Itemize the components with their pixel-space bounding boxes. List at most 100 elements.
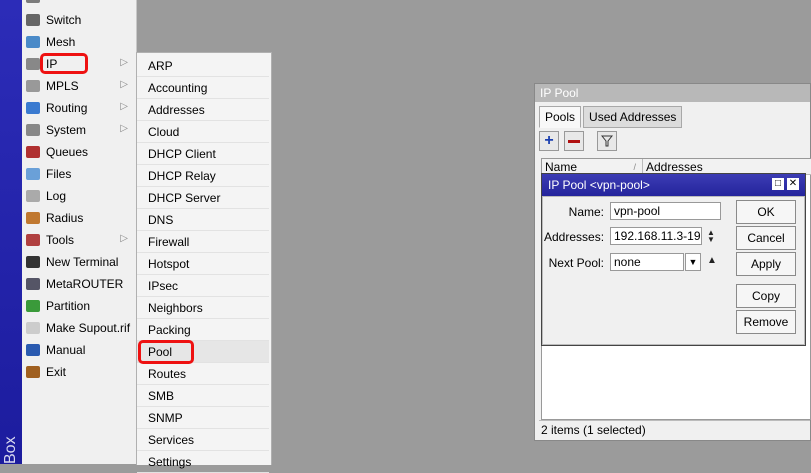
menu-item-tools[interactable]: Tools ▷ [22,229,136,251]
mesh-icon [26,36,40,48]
submenu-arrow-icon: ▷ [120,233,128,244]
submenu-arrow-icon: ▷ [120,79,128,90]
submenu-item-addresses[interactable]: Addresses [137,99,269,121]
submenu-item-routes[interactable]: Routes [137,363,269,385]
submenu-item-settings[interactable]: Settings [137,451,269,473]
window-title: IP Pool [535,84,810,102]
filter-button[interactable] [597,131,617,151]
name-field[interactable]: vpn-pool [610,202,721,220]
folder-icon [26,168,40,180]
close-icon[interactable]: ✕ [787,178,799,190]
menu-item-label: Partition [46,299,91,313]
column-name-label: Name [545,160,578,174]
menu-item-label: Switch [46,13,82,27]
menu-item-radius[interactable]: Radius [22,207,136,229]
submenu-item-hotspot[interactable]: Hotspot [137,253,269,275]
next-pool-label: Next Pool: [548,256,604,270]
mpls-icon [26,80,40,92]
menu-item-label: Manual [46,343,86,357]
submenu-item-dhcp-relay[interactable]: DHCP Relay [137,165,269,187]
queues-icon [26,146,40,158]
menu-item-label: Radius [46,211,84,225]
submenu-item-smb[interactable]: SMB [137,385,269,407]
submenu-item-firewall[interactable]: Firewall [137,231,269,253]
addresses-updown-icon[interactable]: ▲ ▼ [707,229,715,244]
menu-item-partition[interactable]: Partition [22,295,136,317]
submenu-item-packing[interactable]: Packing [137,319,269,341]
submenu-item-arp[interactable]: ARP [137,55,269,77]
submenu-item-neighbors[interactable]: Neighbors [137,297,269,319]
brand-sidebar: Box [0,0,22,464]
submenu-item-dhcp-client[interactable]: DHCP Client [137,143,269,165]
brand-text: Box [2,436,19,464]
partial-icon [26,0,40,3]
menu-item-log[interactable]: Log [22,185,136,207]
menu-item-label: Mesh [46,35,76,49]
supout-icon [26,322,40,334]
name-label: Name: [568,205,604,219]
partition-icon [26,300,40,312]
gear-icon [26,124,40,136]
menu-item-manual[interactable]: Manual [22,339,136,361]
submenu-item-dhcp-server[interactable]: DHCP Server [137,187,269,209]
ok-button[interactable]: OK [736,200,796,224]
tab-used-addresses[interactable]: Used Addresses [583,106,683,128]
copy-button[interactable]: Copy [736,284,796,308]
metarouter-icon [26,278,40,290]
submenu-item-services[interactable]: Services [137,429,269,451]
menu-item-switch[interactable]: Switch [22,9,136,31]
submenu-arrow-icon: ▷ [120,123,128,134]
menu-item-label: System [46,123,87,137]
tools-icon [26,234,40,246]
status-bar: 2 items (1 selected) [539,420,810,439]
menu-item-metarouter[interactable]: MetaROUTER [22,273,136,295]
submenu-item-snmp[interactable]: SNMP [137,407,269,429]
menu-item-label: Files [46,167,72,181]
dropdown-arrow-icon[interactable]: ▼ [685,253,701,271]
maximize-icon[interactable]: □ [772,178,784,190]
submenu-item-dns[interactable]: DNS [137,209,269,231]
menu-item-mesh[interactable]: Mesh [22,31,136,53]
apply-button[interactable]: Apply [736,252,796,276]
submenu-item-cloud[interactable]: Cloud [137,121,269,143]
help-icon [26,344,40,356]
menu-item-label: Make Supout.rif [46,321,131,335]
menu-item-label: MPLS [46,79,79,93]
menu-item-label: Exit [46,365,67,379]
dialog-title: IP Pool <vpn-pool> □ ✕ [542,174,805,196]
tab-pools[interactable]: Pools [539,106,582,128]
submenu-item-accounting[interactable]: Accounting [137,77,269,99]
menu-item-routing[interactable]: Routing ▷ [22,97,136,119]
minus-icon [568,139,580,143]
radius-icon [26,212,40,224]
tab-bar: Pools Used Addresses [539,106,684,128]
menu-item-exit[interactable]: Exit [22,361,136,383]
next-pool-select[interactable]: none [610,253,684,271]
routing-icon [26,102,40,114]
exit-icon [26,366,40,378]
add-button[interactable]: + [539,131,559,151]
menu-item-make-supout-rif[interactable]: Make Supout.rif [22,317,136,339]
menu-item-label: New Terminal [46,255,119,269]
ip-highlight-box [40,53,88,74]
ip-pool-dialog: IP Pool <vpn-pool> □ ✕ Name: vpn-pool Ad… [541,173,806,346]
up-arrow-icon[interactable]: ▲ [707,255,717,266]
menu-item-system[interactable]: System ▷ [22,119,136,141]
remove-dialog-button[interactable]: Remove [736,310,796,334]
filter-icon [601,135,613,147]
remove-button[interactable] [564,131,584,151]
plus-icon: + [544,132,554,149]
menu-item-mpls[interactable]: MPLS ▷ [22,75,136,97]
menu-item-label: MetaROUTER [46,277,124,291]
menu-item-partial [22,0,136,8]
menu-item-queues[interactable]: Queues [22,141,136,163]
log-icon [26,190,40,202]
submenu-item-ipsec[interactable]: IPsec [137,275,269,297]
submenu-arrow-icon: ▷ [120,57,128,68]
menu-item-new-terminal[interactable]: New Terminal [22,251,136,273]
switch-icon [26,14,40,26]
cancel-button[interactable]: Cancel [736,226,796,250]
addresses-field[interactable]: 192.168.11.3-192. [610,227,702,245]
menu-item-files[interactable]: Files [22,163,136,185]
menu-item-label: Queues [46,145,89,159]
